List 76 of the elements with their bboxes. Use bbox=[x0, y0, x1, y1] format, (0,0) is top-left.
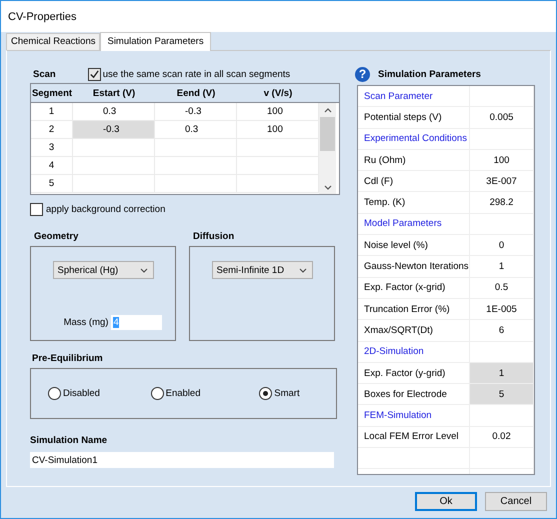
category-label: Experimental Conditions bbox=[358, 128, 470, 150]
category-label: Model Parameters bbox=[358, 214, 470, 236]
category-label: 2D-Simulation bbox=[358, 342, 470, 363]
field-label: Simulation Name bbox=[30, 435, 108, 448]
checkbox[interactable] bbox=[88, 68, 101, 80]
radio-button[interactable] bbox=[259, 387, 272, 400]
property-label: Potential steps (V) bbox=[358, 107, 470, 129]
scroll-up-icon[interactable] bbox=[324, 108, 332, 113]
dropdown[interactable]: Semi-Infinite 1D bbox=[212, 261, 312, 279]
segment-cell: 4 bbox=[31, 157, 73, 175]
column-header: Segment bbox=[31, 86, 73, 100]
tab[interactable]: Simulation Parameters bbox=[100, 32, 211, 51]
property-label: Exp. Factor (x-grid) bbox=[358, 278, 470, 299]
dialog-button[interactable]: Ok bbox=[415, 492, 477, 511]
column-header: Estart (V) bbox=[92, 86, 136, 100]
property-label: Local FEM Error Level bbox=[358, 426, 470, 448]
property-label: Xmax/SQRT(Dt) bbox=[358, 320, 470, 342]
category-label: Scan Parameter bbox=[358, 86, 470, 108]
property-label: Cdl (F) bbox=[358, 171, 470, 192]
property-value bbox=[470, 214, 534, 236]
table-cell[interactable] bbox=[73, 175, 155, 193]
radio-label: Disabled bbox=[63, 388, 100, 399]
property-value bbox=[470, 86, 534, 108]
property-value[interactable]: 6 bbox=[470, 320, 534, 342]
radio-label: Enabled bbox=[166, 388, 200, 399]
radio-label: Smart bbox=[274, 388, 300, 399]
property-value bbox=[470, 128, 534, 150]
dropdown[interactable]: Spherical (Hg) bbox=[52, 261, 154, 279]
property-value[interactable]: 0.005 bbox=[470, 107, 534, 129]
table-cell[interactable]: -0.3 bbox=[155, 103, 237, 121]
column-header: Eend (V) bbox=[176, 86, 216, 100]
help-icon[interactable]: ? bbox=[355, 66, 370, 82]
group-label: Geometry bbox=[33, 231, 80, 244]
property-value[interactable]: 298.2 bbox=[470, 192, 534, 214]
property-value[interactable]: 0 bbox=[470, 235, 534, 256]
radio-button[interactable] bbox=[150, 387, 164, 400]
property-label: Truncation Error (%) bbox=[358, 298, 470, 320]
section-label: Scan bbox=[33, 68, 56, 80]
scroll-thumb[interactable] bbox=[320, 117, 335, 151]
group-label: Diffusion bbox=[192, 231, 236, 244]
table-cell[interactable] bbox=[73, 139, 155, 157]
segment-cell: 5 bbox=[31, 175, 73, 193]
column-header: v (V/s) bbox=[262, 86, 294, 100]
table-cell[interactable]: 0.3 bbox=[155, 121, 237, 139]
checkbox-label: use the same scan rate in all scan segments bbox=[102, 68, 290, 80]
table-cell[interactable] bbox=[155, 175, 237, 193]
property-label: Gauss-Newton Iterations bbox=[358, 256, 470, 278]
chevron-down-icon bbox=[298, 268, 306, 272]
segment-cell: 1 bbox=[31, 103, 73, 121]
scrollbar[interactable] bbox=[319, 103, 336, 194]
property-value[interactable]: 0.5 bbox=[470, 278, 534, 299]
scroll-down-icon[interactable] bbox=[324, 185, 332, 190]
property-value[interactable]: 3E-007 bbox=[470, 171, 534, 192]
table-cell[interactable] bbox=[155, 139, 237, 157]
table-cell[interactable]: -0.3 bbox=[73, 121, 155, 139]
input-field[interactable]: CV-Simulation1 bbox=[30, 452, 334, 468]
field-label: Mass (mg) bbox=[64, 317, 108, 328]
checkbox[interactable] bbox=[30, 203, 43, 216]
property-value[interactable]: 1E-005 bbox=[470, 298, 534, 320]
panel-title: Simulation Parameters bbox=[378, 68, 481, 80]
property-label: Temp. (K) bbox=[358, 192, 470, 214]
tab[interactable]: Chemical Reactions bbox=[6, 33, 100, 50]
checkbox-label: apply background correction bbox=[46, 204, 166, 215]
property-value bbox=[470, 405, 534, 427]
property-value[interactable]: 0.02 bbox=[470, 426, 534, 448]
property-value[interactable]: 1 bbox=[470, 256, 534, 278]
dialog-button[interactable]: Cancel bbox=[485, 492, 547, 511]
category-label: FEM-Simulation bbox=[358, 405, 470, 427]
radio-button[interactable] bbox=[48, 387, 61, 400]
segment-cell: 3 bbox=[31, 139, 73, 157]
property-value[interactable]: 100 bbox=[470, 150, 534, 172]
group-label: Pre-Equilibrium bbox=[31, 353, 104, 366]
window-title: CV-Properties bbox=[8, 10, 76, 22]
property-label: Noise level (%) bbox=[358, 235, 470, 256]
chevron-down-icon bbox=[140, 268, 148, 272]
property-label: Ru (Ohm) bbox=[358, 150, 470, 172]
